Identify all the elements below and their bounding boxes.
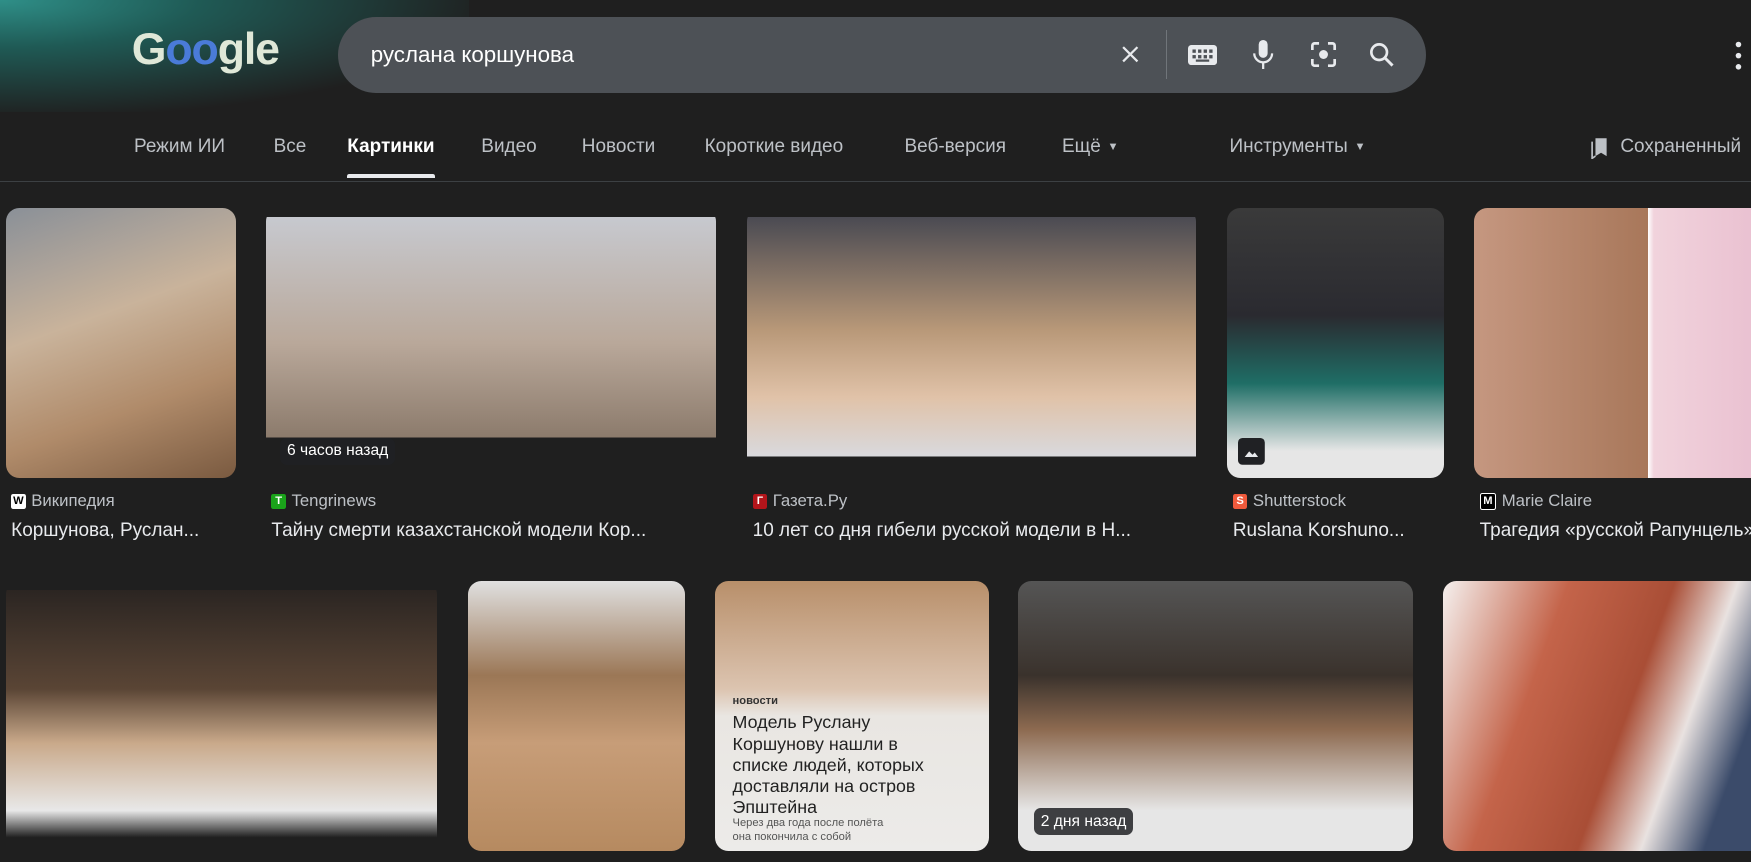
search-divider: [1165, 30, 1167, 80]
time-badge: 6 часов назад: [280, 437, 395, 465]
keyboard-icon[interactable]: [1187, 39, 1218, 70]
tab-more[interactable]: Ещё ▼: [1062, 136, 1119, 158]
result-title[interactable]: Ruslana Korshuno...: [1233, 520, 1443, 542]
result-source[interactable]: Г Газета.Ру: [752, 491, 848, 511]
image-result[interactable]: новости Модель Руслану Коршунову нашли в…: [714, 580, 990, 851]
bookmark-icon: [1591, 138, 1607, 159]
tools-label: Инструменты: [1229, 136, 1348, 158]
result-title[interactable]: Трагедия «русской Рапунцель»: [1480, 520, 1751, 542]
result-source[interactable]: W Википедия: [11, 491, 115, 511]
search-box: [338, 16, 1427, 93]
tab-images[interactable]: Картинки: [347, 136, 435, 177]
search-input[interactable]: [368, 36, 1099, 73]
image-result[interactable]: [5, 580, 437, 851]
tab-ai-mode[interactable]: Режим ИИ: [134, 136, 225, 158]
tools-button[interactable]: Инструменты ▼: [1229, 136, 1365, 158]
image-result[interactable]: [5, 207, 236, 478]
more-options-icon[interactable]: [1734, 40, 1751, 71]
source-name: Википедия: [31, 491, 115, 511]
tab-more-label: Ещё: [1061, 136, 1101, 158]
result-title[interactable]: 10 лет со дня гибели русской модели в Н.…: [753, 520, 1194, 542]
caret-down-icon: ▼: [1354, 141, 1366, 154]
overlay-brand: новости: [732, 694, 779, 707]
saved-button[interactable]: Сохраненный: [1591, 136, 1742, 159]
marie-claire-favicon-icon: M: [1479, 493, 1497, 510]
image-result[interactable]: [1227, 207, 1444, 478]
result-source[interactable]: S Shutterstock: [1232, 491, 1347, 511]
tengrinews-favicon-icon: T: [271, 494, 286, 509]
gazeta-favicon-icon: Г: [752, 494, 768, 509]
tab-news[interactable]: Новости: [582, 136, 655, 158]
image-result[interactable]: [747, 207, 1196, 478]
result-source[interactable]: T Tengrinews: [271, 491, 376, 511]
image-icon: [1238, 437, 1266, 465]
wikipedia-favicon-icon: W: [11, 494, 26, 509]
caret-down-icon: ▼: [1107, 141, 1119, 154]
google-logo[interactable]: Google: [132, 25, 280, 75]
saved-label: Сохраненный: [1620, 136, 1742, 158]
image-result[interactable]: [467, 580, 685, 851]
time-badge: 2 дня назад: [1034, 808, 1134, 836]
image-result[interactable]: 6 часов назад: [265, 207, 716, 478]
search-icon[interactable]: [1366, 39, 1397, 70]
tab-all[interactable]: Все: [274, 136, 307, 158]
source-name: Газета.Ру: [772, 491, 848, 511]
header-divider: [0, 180, 1751, 182]
clear-icon[interactable]: [1114, 39, 1145, 70]
lens-icon[interactable]: [1308, 39, 1339, 70]
source-name: Marie Claire: [1501, 491, 1593, 511]
source-name: Tengrinews: [291, 491, 377, 511]
result-title[interactable]: Тайну смерти казахстанской модели Кор...: [271, 520, 712, 542]
result-title[interactable]: Коршунова, Руслан...: [11, 520, 234, 542]
tab-video[interactable]: Видео: [481, 136, 536, 158]
overlay-subtext: Через два года после полёта она покончил…: [732, 817, 884, 843]
image-result[interactable]: [1442, 580, 1751, 851]
source-name: Shutterstock: [1252, 491, 1347, 511]
result-source[interactable]: M Marie Claire: [1479, 491, 1593, 511]
tab-short-videos[interactable]: Короткие видео: [705, 136, 844, 158]
shutterstock-favicon-icon: S: [1232, 494, 1248, 509]
overlay-headline: Модель Руслану Коршунову нашли в списке …: [732, 712, 924, 818]
image-result[interactable]: 2 дня назад: [1018, 580, 1413, 851]
microphone-icon[interactable]: [1247, 39, 1278, 70]
image-result[interactable]: [1474, 207, 1751, 478]
tab-web[interactable]: Веб-версия: [905, 136, 1007, 158]
